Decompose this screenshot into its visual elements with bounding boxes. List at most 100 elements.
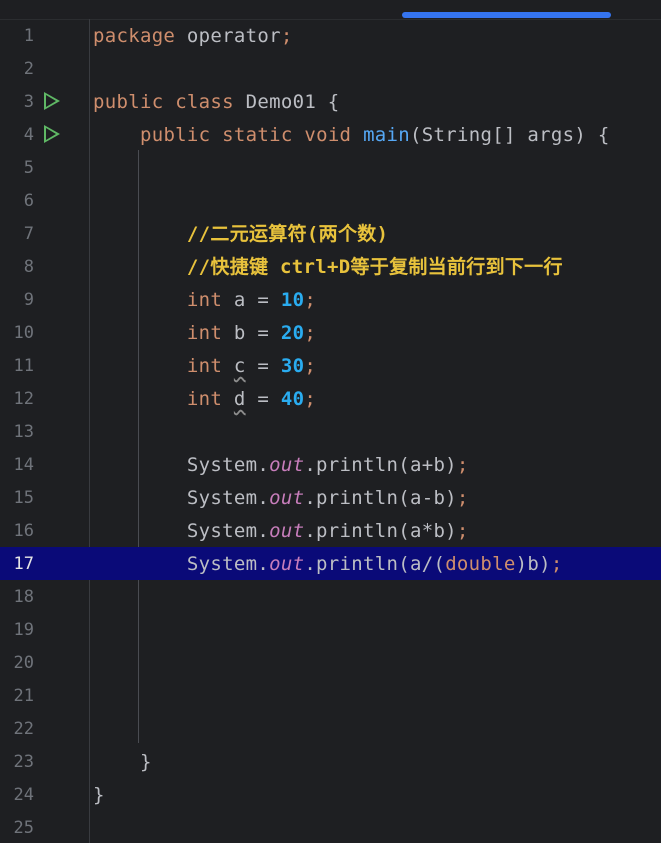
code-token: Demo01 {: [233, 91, 340, 113]
line-number[interactable]: 1: [0, 26, 34, 46]
line-number[interactable]: 3: [0, 92, 34, 112]
code-line[interactable]: 18: [0, 580, 661, 613]
code-line[interactable]: 6: [0, 184, 661, 217]
code-text: System.out.println(a/(double)b);: [93, 553, 563, 575]
line-number[interactable]: 19: [0, 620, 34, 640]
code-line[interactable]: 1 package operator;: [0, 19, 661, 52]
code-token: (String[] args) {: [410, 124, 610, 146]
code-text: int b = 20;: [93, 322, 316, 344]
code-line[interactable]: 9 int a = 10;: [0, 283, 661, 316]
code-text: System.out.println(a-b);: [93, 487, 469, 509]
code-token: ;: [304, 355, 317, 377]
code-token: ;: [456, 454, 469, 476]
code-text: }: [93, 784, 105, 806]
code-text: System.out.println(a+b);: [93, 454, 469, 476]
horizontal-scroll-thumb[interactable]: [402, 12, 611, 18]
code-line[interactable]: 21: [0, 679, 661, 712]
code-text: int c = 30;: [93, 355, 316, 377]
code-line[interactable]: 13: [0, 415, 661, 448]
line-number[interactable]: 24: [0, 785, 34, 805]
code-text: }: [93, 751, 152, 773]
code-token: //二元运算符(两个数): [186, 223, 389, 245]
code-line[interactable]: 19: [0, 613, 661, 646]
code-editor[interactable]: 1 package operator; 2 3 public class Demo01 …: [0, 0, 661, 843]
code-token: int: [186, 355, 223, 377]
code-token: ;: [456, 520, 469, 542]
code-line[interactable]: 20: [0, 646, 661, 679]
code-line[interactable]: 23 }: [0, 745, 661, 778]
code-token: package: [93, 25, 176, 47]
code-token: System.: [93, 520, 270, 542]
code-line[interactable]: 16 System.out.println(a*b);: [0, 514, 661, 547]
line-number[interactable]: 4: [0, 125, 34, 145]
code-token: d: [233, 388, 246, 410]
line-number[interactable]: 16: [0, 521, 34, 541]
line-number[interactable]: 13: [0, 422, 34, 442]
code-line[interactable]: 10 int b = 20;: [0, 316, 661, 349]
line-number[interactable]: 7: [0, 224, 34, 244]
code-token: class: [175, 91, 234, 113]
line-number[interactable]: 9: [0, 290, 34, 310]
code-line[interactable]: 24}: [0, 778, 661, 811]
code-token: out: [269, 454, 305, 476]
run-gutter-icon[interactable]: [44, 125, 60, 143]
code-line[interactable]: 17 System.out.println(a/(double)b);: [0, 547, 661, 580]
code-token: out: [269, 487, 305, 509]
code-text: System.out.println(a*b);: [93, 520, 469, 542]
line-number[interactable]: 25: [0, 818, 34, 838]
code-line[interactable]: 14 System.out.println(a+b);: [0, 448, 661, 481]
line-number[interactable]: 11: [0, 356, 34, 376]
code-token: 30: [280, 355, 305, 377]
line-number[interactable]: 10: [0, 323, 34, 343]
code-line[interactable]: 15 System.out.println(a-b);: [0, 481, 661, 514]
code-token: int: [186, 322, 223, 344]
code-text: public static void main(String[] args) {: [93, 124, 610, 146]
code-line[interactable]: 25: [0, 811, 661, 843]
code-line[interactable]: 8 //快捷键 ctrl+D等于复制当前行到下一行: [0, 250, 661, 283]
line-number[interactable]: 21: [0, 686, 34, 706]
code-line[interactable]: 11 int c = 30;: [0, 349, 661, 382]
line-number[interactable]: 12: [0, 389, 34, 409]
code-token: int: [186, 289, 223, 311]
code-line[interactable]: 22: [0, 712, 661, 745]
line-number[interactable]: 15: [0, 488, 34, 508]
code-token: public: [93, 91, 164, 113]
line-number[interactable]: 17: [0, 554, 34, 574]
code-line[interactable]: 12 int d = 40;: [0, 382, 661, 415]
code-line[interactable]: 4 public static void main(String[] args)…: [0, 118, 661, 151]
line-number[interactable]: 8: [0, 257, 34, 277]
line-number[interactable]: 23: [0, 752, 34, 772]
code-line[interactable]: 2: [0, 52, 661, 85]
line-number[interactable]: 14: [0, 455, 34, 475]
code-token: ;: [304, 289, 317, 311]
line-number[interactable]: 5: [0, 158, 34, 178]
code-text: package operator;: [93, 25, 293, 47]
line-number[interactable]: 2: [0, 59, 34, 79]
run-gutter-icon[interactable]: [44, 92, 60, 110]
code-token: ;: [280, 25, 293, 47]
code-token: c: [233, 355, 246, 377]
code-token: //快捷键 ctrl+D等于复制当前行到下一行: [186, 256, 563, 278]
code-token: }: [93, 784, 105, 806]
code-token: int: [186, 388, 223, 410]
code-token: void: [304, 124, 352, 146]
code-token: .println(a-b): [304, 487, 457, 509]
code-token: ;: [304, 388, 317, 410]
code-line[interactable]: 7 //二元运算符(两个数): [0, 217, 661, 250]
line-number[interactable]: 22: [0, 719, 34, 739]
line-number[interactable]: 18: [0, 587, 34, 607]
line-number[interactable]: 20: [0, 653, 34, 673]
code-line[interactable]: 3 public class Demo01 {: [0, 85, 661, 118]
code-token: .println(a/(: [304, 553, 446, 575]
code-token: main: [363, 124, 411, 146]
line-number[interactable]: 6: [0, 191, 34, 211]
code-line[interactable]: 5: [0, 151, 661, 184]
code-token: public: [139, 124, 211, 146]
